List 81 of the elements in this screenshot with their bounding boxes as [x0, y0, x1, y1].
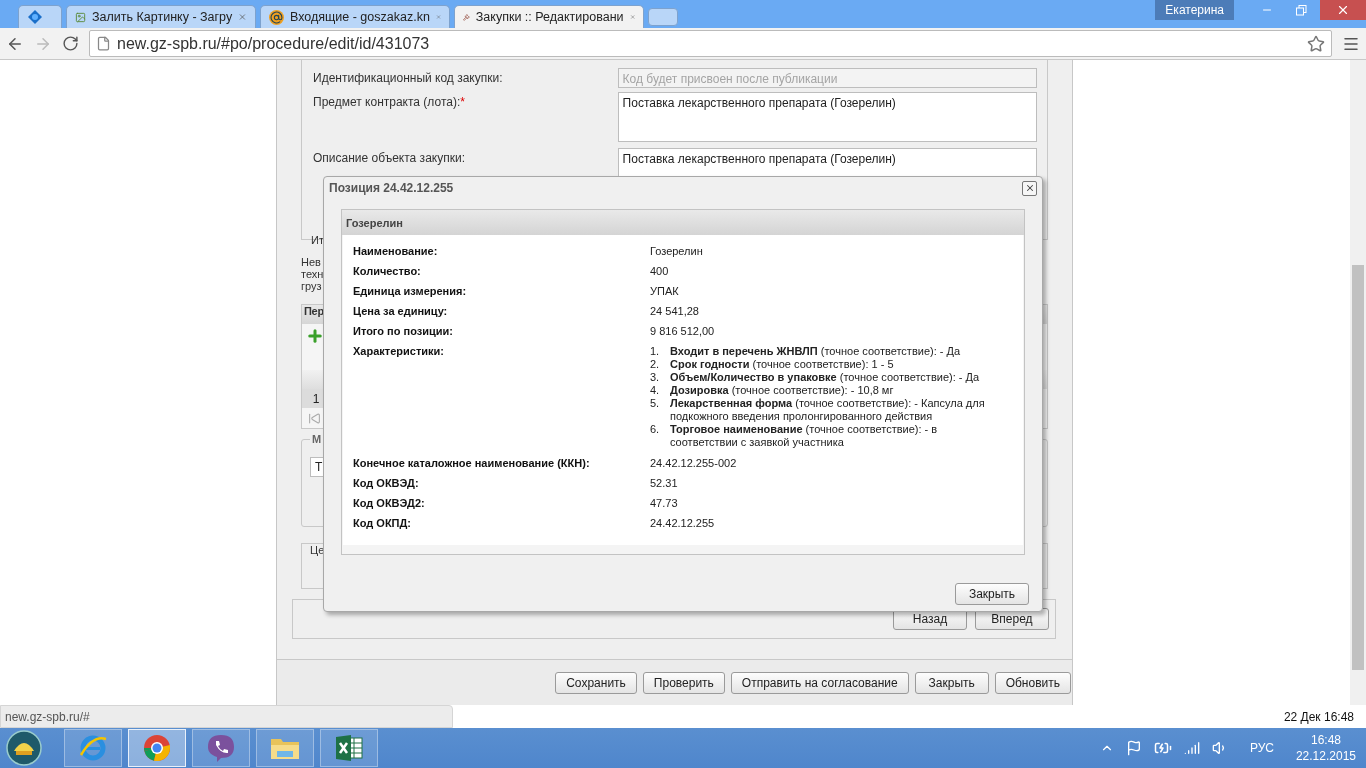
- list-number: 5.: [650, 397, 661, 411]
- detail-label: Единица измерения:: [353, 285, 468, 297]
- list-number: 2.: [650, 358, 661, 371]
- page-clock: 22 Дек 16:48: [1283, 709, 1355, 726]
- detail-value: 9 816 512,00: [650, 325, 716, 337]
- detail-label: Код ОКВЭД:: [353, 477, 420, 489]
- field-label: Ит: [311, 234, 324, 246]
- browser-tab[interactable]: Входящие - goszakaz.kn: [260, 5, 450, 28]
- list-number: 1.: [650, 345, 661, 358]
- close-icon[interactable]: [1336, 3, 1350, 17]
- characteristic-text: Дозировка (точное соответствие): - 10,8 мг: [670, 384, 895, 397]
- fieldset-legend: М: [310, 433, 324, 445]
- detail-value: Гозерелин: [650, 245, 704, 257]
- notice-text: техн: [301, 268, 324, 280]
- globe-e-icon: [78, 733, 108, 763]
- detail-label: Код ОКПД:: [353, 517, 412, 529]
- star-icon[interactable]: [1307, 34, 1325, 53]
- action-button[interactable]: Сохранить: [555, 671, 637, 694]
- grid-title: Пер: [304, 305, 324, 317]
- characteristic-text: Объем/Количество в упаковке (точное соответствие): - Да: [670, 371, 981, 384]
- detail-value: 24.42.12.255: [650, 517, 716, 529]
- dialog-title: Позиция 24.42.12.255: [329, 181, 454, 195]
- text-area[interactable]: Поставка лекарственного препарата (Гозерелин): [617, 92, 1037, 142]
- detail-label: Цена за единицу:: [353, 305, 449, 317]
- language-indicator[interactable]: РУС: [1249, 741, 1274, 755]
- close-button[interactable]: [1320, 0, 1366, 20]
- panel-title: Гозерелин: [346, 216, 403, 229]
- flag-icon[interactable]: [1125, 740, 1142, 756]
- taskbar-app[interactable]: [128, 729, 186, 767]
- user-name[interactable]: Екатерина: [1155, 0, 1234, 20]
- plus-icon[interactable]: [306, 327, 324, 345]
- scroll-thumb[interactable]: [1352, 265, 1364, 670]
- field-label: Идентификационный код закупки:: [313, 70, 504, 85]
- characteristic-text: Торговое наименование (точное соответствие): - в соответствии с заявкой участника: [670, 423, 939, 449]
- notice-text: Нев: [301, 256, 321, 268]
- reload-icon[interactable]: [62, 35, 79, 52]
- page-icon: [96, 36, 111, 51]
- detail-value: 24 541,28: [650, 305, 700, 317]
- detail-value: 400: [650, 265, 670, 277]
- field-label: Описание объекта закупки:: [313, 150, 466, 165]
- clock-date[interactable]: 22.12.2015: [1295, 748, 1356, 764]
- characteristic-text: Входит в перечень ЖНВЛП (точное соответствие): - Да: [670, 345, 962, 358]
- list-number: 4.: [650, 384, 661, 397]
- field-label: Предмет контракта (лота):*: [313, 94, 466, 109]
- status-url: new.gz-spb.ru/#: [0, 705, 453, 728]
- chrome-icon: [142, 733, 172, 763]
- characteristic-text: Лекарственная форма (точное соответствие): - Капсула для подкожного введения пролонгированного действия: [670, 397, 986, 423]
- detail-label: Характеристики:: [353, 345, 445, 359]
- detail-value: 47.73: [650, 497, 679, 509]
- first-page-icon[interactable]: [308, 411, 321, 425]
- close-icon[interactable]: [1022, 180, 1037, 196]
- browser-tab[interactable]: Залить Картинку - Загру: [66, 5, 256, 28]
- browser-tab[interactable]: [18, 5, 62, 28]
- detail-label: Количество:: [353, 265, 422, 277]
- signal-icon[interactable]: [1183, 740, 1200, 756]
- at-sign-icon: [269, 9, 284, 25]
- list-number: 3.: [650, 371, 661, 384]
- detail-label: Наименование:: [353, 245, 439, 257]
- action-button[interactable]: Закрыть: [914, 671, 989, 694]
- action-button[interactable]: Обновить: [994, 671, 1071, 694]
- scrollbar[interactable]: [1350, 60, 1366, 705]
- action-button[interactable]: Проверить: [642, 671, 725, 694]
- close-button[interactable]: Закрыть: [955, 583, 1029, 605]
- spreadsheet-icon: [334, 734, 364, 762]
- detail-value: 52.31: [650, 477, 679, 489]
- action-button[interactable]: Отправить на согласование: [730, 671, 909, 694]
- detail-label: Код ОКВЭД2:: [353, 497, 426, 509]
- detail-value: УПАК: [650, 285, 680, 297]
- characteristic-text: Срок годности (точное соответствие): 1 - 5: [670, 358, 895, 371]
- detail-label: Итого по позиции:: [353, 325, 454, 337]
- maximize-icon[interactable]: [1295, 4, 1307, 16]
- diamond-icon: [27, 9, 43, 25]
- detail-label: Конечное каталожное наименование (ККН):: [353, 457, 591, 469]
- list-number: 6.: [650, 423, 661, 437]
- browser-tab[interactable]: Закупки :: Редактировани: [454, 5, 644, 28]
- notice-text: груз: [301, 280, 322, 292]
- address-bar[interactable]: new.gz-spb.ru/#po/procedure/edit/id/431073: [89, 30, 1332, 57]
- detail-value: 24.42.12.255-002: [650, 457, 738, 469]
- new-tab-button[interactable]: [648, 8, 678, 26]
- phone-bubble-icon: [206, 733, 236, 763]
- start-button[interactable]: [4, 729, 44, 767]
